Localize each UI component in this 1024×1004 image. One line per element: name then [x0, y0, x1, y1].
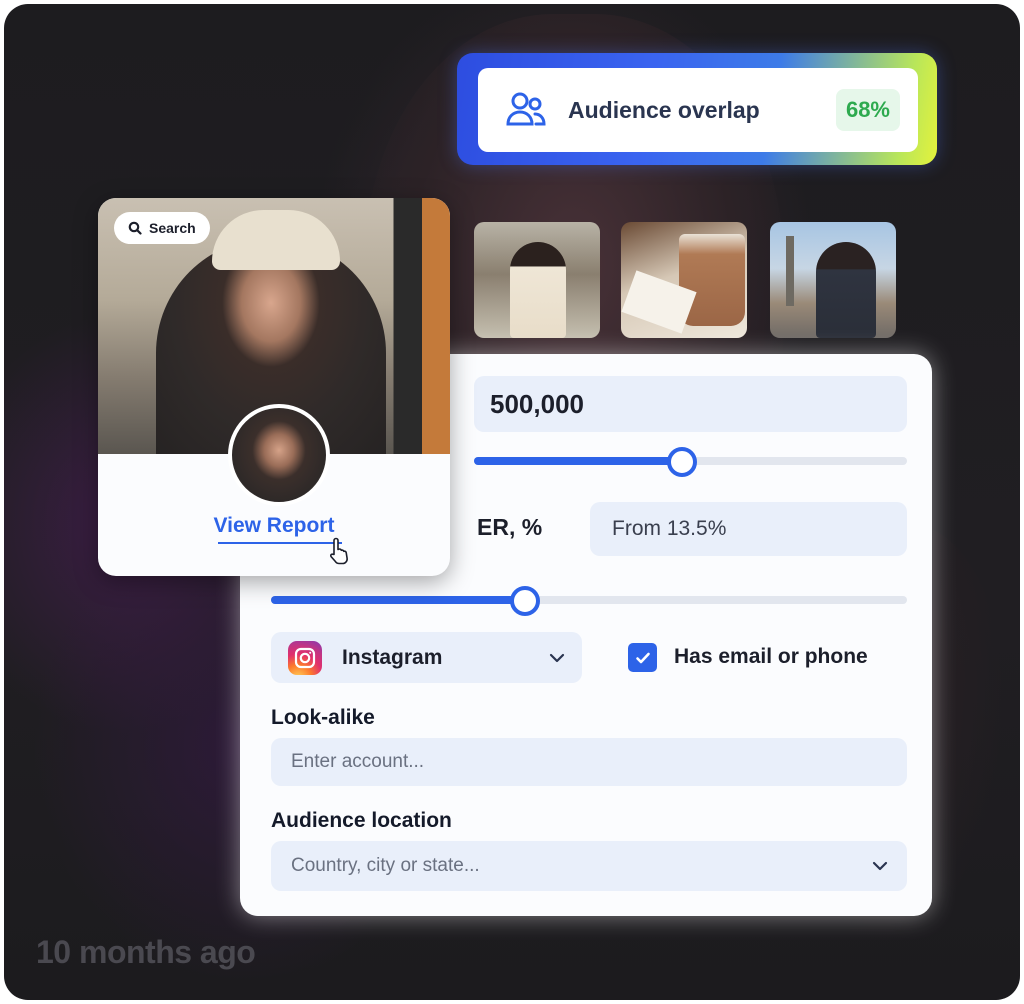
users-icon [506, 92, 546, 126]
instagram-icon [288, 640, 322, 675]
check-icon [635, 652, 650, 663]
audience-overlap-card: Audience overlap 68% [478, 68, 918, 152]
platform-select[interactable]: Instagram [271, 632, 582, 683]
audience-location-select[interactable]: Country, city or state... [271, 841, 907, 891]
followers-input[interactable]: 500,000 [474, 376, 907, 432]
chevron-down-icon [872, 861, 888, 871]
er-slider-fill [271, 596, 526, 604]
followers-slider-handle[interactable] [666, 447, 697, 477]
gallery-photo-3[interactable] [770, 222, 896, 338]
followers-value: 500,000 [490, 388, 584, 419]
platform-label: Instagram [342, 645, 443, 669]
avatar[interactable] [228, 404, 330, 506]
has-contact-label[interactable]: Has email or phone [674, 645, 868, 669]
lookalike-label: Look-alike [271, 706, 375, 729]
audience-location-placeholder: Country, city or state... [291, 855, 480, 876]
view-report-link[interactable]: View Report [98, 514, 450, 538]
view-report-underline [218, 542, 342, 544]
er-input[interactable]: From 13.5% [590, 502, 907, 556]
profile-photo-cap [212, 210, 340, 270]
audience-overlap-value: 68% [835, 89, 900, 131]
audience-location-label: Audience location [271, 809, 452, 832]
search-icon [128, 221, 142, 235]
audience-overlap-label: Audience overlap [568, 96, 760, 123]
pointer-cursor-icon [329, 537, 348, 565]
timestamp: 10 months ago [36, 934, 256, 970]
lookalike-placeholder: Enter account... [291, 751, 425, 772]
search-button[interactable]: Search [114, 212, 210, 244]
er-label: ER, % [477, 514, 543, 540]
followers-slider[interactable] [474, 447, 907, 477]
chevron-down-icon [549, 653, 565, 662]
gallery-photo-2[interactable] [621, 222, 747, 338]
er-slider[interactable] [271, 586, 907, 616]
lookalike-input[interactable]: Enter account... [271, 738, 907, 786]
gallery-photo-1[interactable] [474, 222, 600, 338]
search-label: Search [149, 220, 196, 236]
er-value: From 13.5% [612, 517, 727, 540]
profile-card: Search View Report [98, 198, 450, 576]
followers-slider-fill [474, 457, 682, 465]
has-contact-checkbox[interactable] [628, 643, 657, 672]
